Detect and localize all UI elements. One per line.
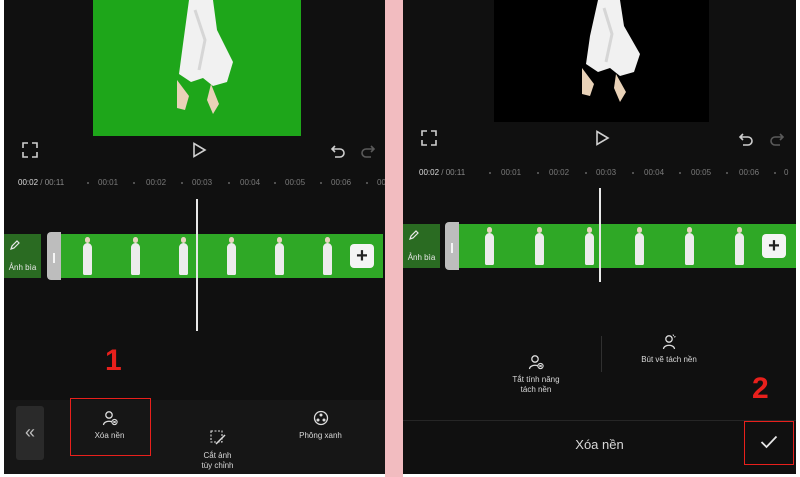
- tick-label: 00:02: [549, 168, 570, 177]
- dancer-figure: [177, 0, 233, 114]
- option-disable-bg-removal[interactable]: Tắt tính năng tách nền: [491, 334, 581, 395]
- cover-label: Ảnh bìa: [8, 263, 37, 272]
- tick-label: 00:03: [596, 168, 617, 177]
- undo-icon[interactable]: [738, 131, 756, 149]
- add-clip-button[interactable]: +: [762, 234, 786, 258]
- tick-dot: [632, 172, 634, 174]
- timecode-total: / 00:11: [441, 168, 466, 177]
- clip-trim-handle-left[interactable]: [47, 232, 61, 280]
- playhead[interactable]: [196, 199, 198, 331]
- tick-label: 00:06: [331, 178, 352, 187]
- options-separator: [601, 336, 602, 372]
- tick-dot: [87, 182, 89, 184]
- checkmark-icon: [760, 434, 778, 450]
- option-label: Bút vẽ tách nền: [641, 355, 697, 364]
- disable-bg-removal-icon: [528, 344, 544, 370]
- edit-icon: [409, 230, 419, 240]
- tool-label: Xóa nền: [94, 431, 125, 440]
- redo-icon[interactable]: [769, 131, 787, 149]
- bottom-bar-separator: [403, 420, 796, 421]
- timecode-current: 00:02: [419, 168, 440, 177]
- video-clip-strip[interactable]: [61, 234, 383, 278]
- tool-label: Phông xanh: [299, 431, 342, 440]
- dancer-figure: [582, 0, 640, 102]
- tick-label: 0: [784, 168, 789, 177]
- play-icon[interactable]: [191, 142, 209, 160]
- tick-dot: [181, 182, 183, 184]
- tick-dot: [366, 182, 368, 184]
- tool-remove-background[interactable]: Xóa nền: [72, 410, 147, 441]
- cover-thumbnail[interactable]: Ảnh bìa: [403, 224, 440, 268]
- left-editor-panel: 00:02 / 00:11 00:01 00:02 00:03 00:04 00…: [4, 0, 385, 474]
- step-annotation-1: 1: [105, 344, 122, 377]
- tool-custom-cutout[interactable]: Cắt ảnh tùy chỉnh: [180, 410, 255, 471]
- tick-label: 00:06: [739, 168, 760, 177]
- edit-icon: [10, 240, 20, 250]
- panel-title: Xóa nền: [575, 437, 624, 452]
- timecode-total: / 00:11: [40, 178, 65, 187]
- tick-label: 00:05: [285, 178, 306, 187]
- timecode: 00:02 / 00:11: [419, 168, 465, 177]
- tick-label: 00:01: [501, 168, 522, 177]
- tick-label: 00: [377, 178, 385, 187]
- tool-chroma-key[interactable]: Phông xanh: [283, 410, 358, 441]
- tool-label: Cắt ảnh tùy chỉnh: [201, 451, 234, 470]
- clip-trim-handle-left[interactable]: [445, 222, 459, 270]
- tick-dot: [320, 182, 322, 184]
- tick-label: 00:05: [691, 168, 712, 177]
- play-icon[interactable]: [594, 130, 612, 148]
- playhead[interactable]: [599, 188, 601, 282]
- tick-dot: [228, 182, 230, 184]
- step-annotation-2: 2: [752, 372, 769, 405]
- video-clip-strip[interactable]: [459, 224, 796, 268]
- tick-dot: [537, 172, 539, 174]
- tick-dot: [585, 172, 587, 174]
- timecode: 00:02 / 00:11: [18, 178, 64, 187]
- add-clip-button[interactable]: +: [350, 244, 374, 268]
- video-preview-green[interactable]: [93, 0, 301, 136]
- remove-bg-icon: [102, 410, 118, 426]
- tick-label: 00:02: [146, 178, 167, 187]
- tick-label: 00:01: [98, 178, 119, 187]
- tick-dot: [774, 172, 776, 174]
- tick-dot: [726, 172, 728, 174]
- option-label: Tắt tính năng tách nền: [512, 375, 560, 394]
- option-brush-bg-removal[interactable]: Bút vẽ tách nền: [621, 334, 717, 365]
- cover-label: Ảnh bìa: [407, 253, 436, 262]
- brush-bg-removal-icon: [661, 334, 677, 350]
- collapse-toolbar-button[interactable]: «: [16, 406, 44, 460]
- panel-divider: [385, 0, 403, 477]
- video-preview-bg-removed[interactable]: [494, 0, 709, 122]
- tick-dot: [274, 182, 276, 184]
- undo-icon[interactable]: [330, 143, 348, 161]
- tick-label: 00:04: [644, 168, 665, 177]
- timecode-current: 00:02: [18, 178, 39, 187]
- redo-icon[interactable]: [360, 143, 378, 161]
- fullscreen-icon[interactable]: [421, 130, 439, 148]
- right-editor-panel: 00:02 / 00:11 00:01 00:02 00:03 00:04 00…: [403, 0, 796, 474]
- chroma-key-icon: [313, 410, 329, 426]
- fullscreen-icon[interactable]: [22, 142, 40, 160]
- tick-dot: [679, 172, 681, 174]
- tick-label: 00:04: [240, 178, 261, 187]
- confirm-button[interactable]: [744, 421, 794, 465]
- tick-dot: [489, 172, 491, 174]
- cover-thumbnail[interactable]: Ảnh bìa: [4, 234, 41, 278]
- custom-cutout-icon: [209, 420, 226, 445]
- tick-dot: [133, 182, 135, 184]
- tick-label: 00:03: [192, 178, 213, 187]
